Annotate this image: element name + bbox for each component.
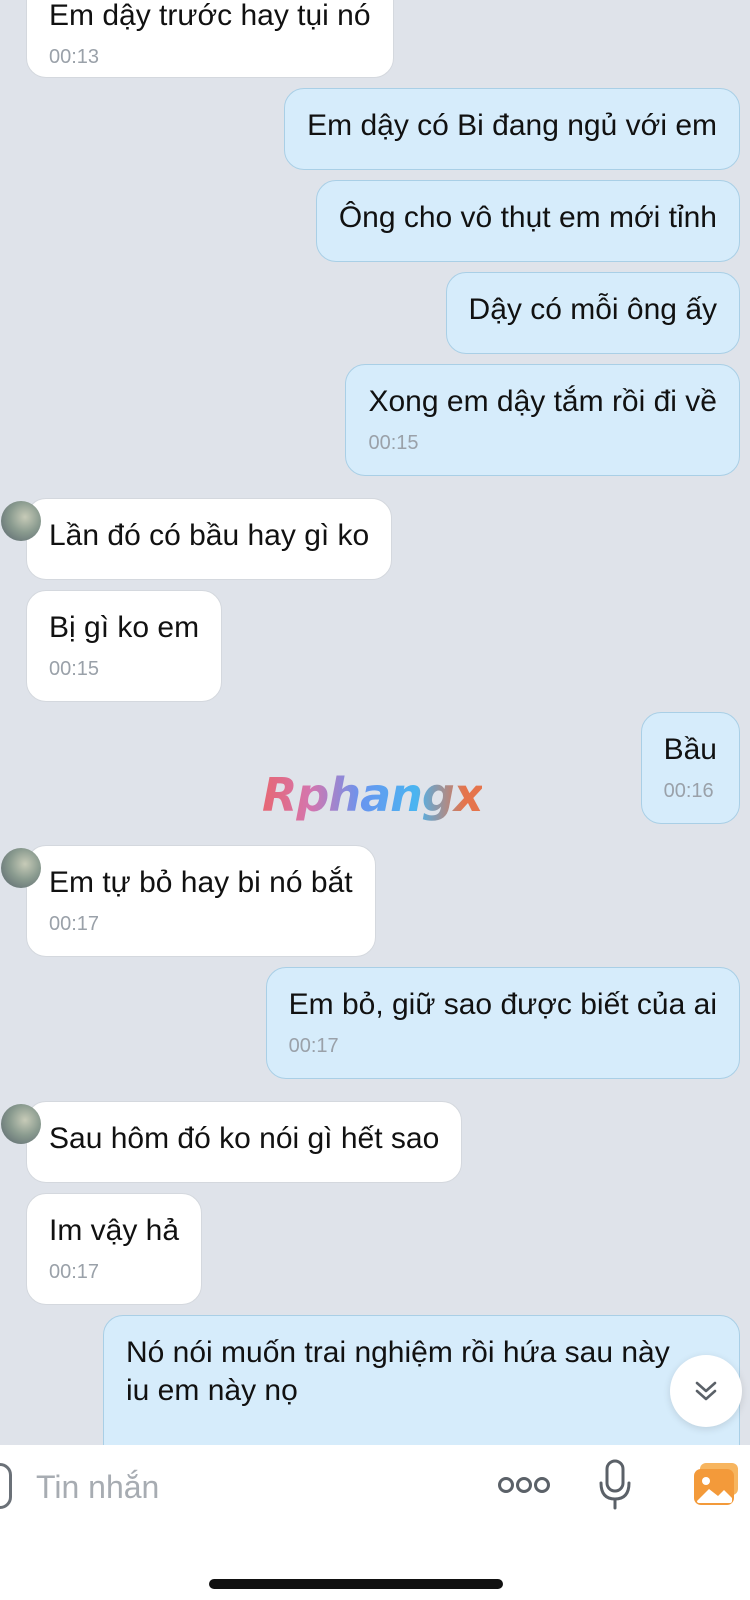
avatar[interactable] [1,848,41,888]
message-text: Im vậy hả [49,1214,180,1247]
message-text: Nó nói muốn trai nghiệm rồi hứa sau này … [126,1336,670,1407]
message-text: Em bỏ, giữ sao được biết của ai [288,988,717,1021]
avatar[interactable] [1,501,41,541]
message-text: Ông cho vô thụt em mới tỉnh [338,201,717,234]
message-text: Xong em dậy tắm rồi đi về [368,385,717,418]
message-input[interactable]: Tin nhắn [36,1469,159,1506]
message-time: 00:16 [663,780,714,802]
message-bubble-outgoing[interactable]: Dậy có mỗi ông ấy [445,272,740,354]
message-bubble-incoming[interactable]: Em tự bỏ hay bi nó bắt 00:17 [1,845,376,957]
home-indicator [209,1579,503,1589]
message-time: 00:15 [49,658,100,680]
message-bubble-incoming[interactable]: Bị gì ko em 00:15 [26,590,223,702]
message-bubble-outgoing[interactable]: Nó nói muốn trai nghiệm rồi hứa sau này … [103,1315,740,1445]
watermark-logo: Rphangx [262,768,483,822]
message-text: Em dậy có Bi đang ngủ với em [307,109,717,142]
message-bubble-incoming[interactable]: Im vậy hả 00:17 [26,1193,203,1305]
scroll-to-bottom-button[interactable] [670,1355,742,1427]
avatar[interactable] [1,1104,41,1144]
message-bubble-incoming[interactable]: Sau hôm đó ko nói gì hết sao [1,1101,463,1183]
message-text: Bầu [663,733,717,766]
message-text: Sau hôm đó ko nói gì hết sao [49,1122,440,1155]
photo-gallery-icon[interactable] [694,1463,740,1507]
message-text: Em dậy trước hay tụi nó [49,0,371,32]
message-bubble-incoming[interactable]: Lần đó có bầu hay gì ko [1,498,393,580]
message-bubble-outgoing[interactable]: Xong em dậy tắm rồi đi về 00:15 [345,364,740,476]
message-bubble-incoming[interactable]: Em dậy trước hay tụi nó 00:13 [26,0,394,78]
message-time: 00:15 [368,432,419,454]
message-bubble-outgoing[interactable]: Em bỏ, giữ sao được biết của ai 00:17 [265,967,740,1079]
message-time: 00:17 [49,913,100,935]
message-text: Bị gì ko em [49,611,200,644]
sticker-icon[interactable] [0,1463,12,1509]
message-bubble-outgoing[interactable]: Em dậy có Bi đang ngủ với em [284,88,740,170]
more-dots-icon[interactable] [498,1473,550,1497]
message-text: Lần đó có bầu hay gì ko [49,519,370,552]
message-time: 00:17 [288,1035,339,1057]
message-text: Dậy có mỗi ông ấy [468,293,717,326]
message-text: Em tự bỏ hay bi nó bắt [49,866,353,899]
message-time: 00:17 [49,1261,100,1283]
microphone-icon[interactable] [598,1459,632,1511]
message-input-bar: Tin nhắn [0,1445,750,1600]
message-bubble-outgoing[interactable]: Bầu 00:16 [640,712,740,824]
chat-area[interactable]: Em dậy trước hay tụi nó 00:13 Em dậy có … [0,0,750,1445]
double-chevron-down-icon [695,1381,717,1401]
message-time: 00:13 [49,46,100,68]
message-bubble-outgoing[interactable]: Ông cho vô thụt em mới tỉnh [315,180,740,262]
